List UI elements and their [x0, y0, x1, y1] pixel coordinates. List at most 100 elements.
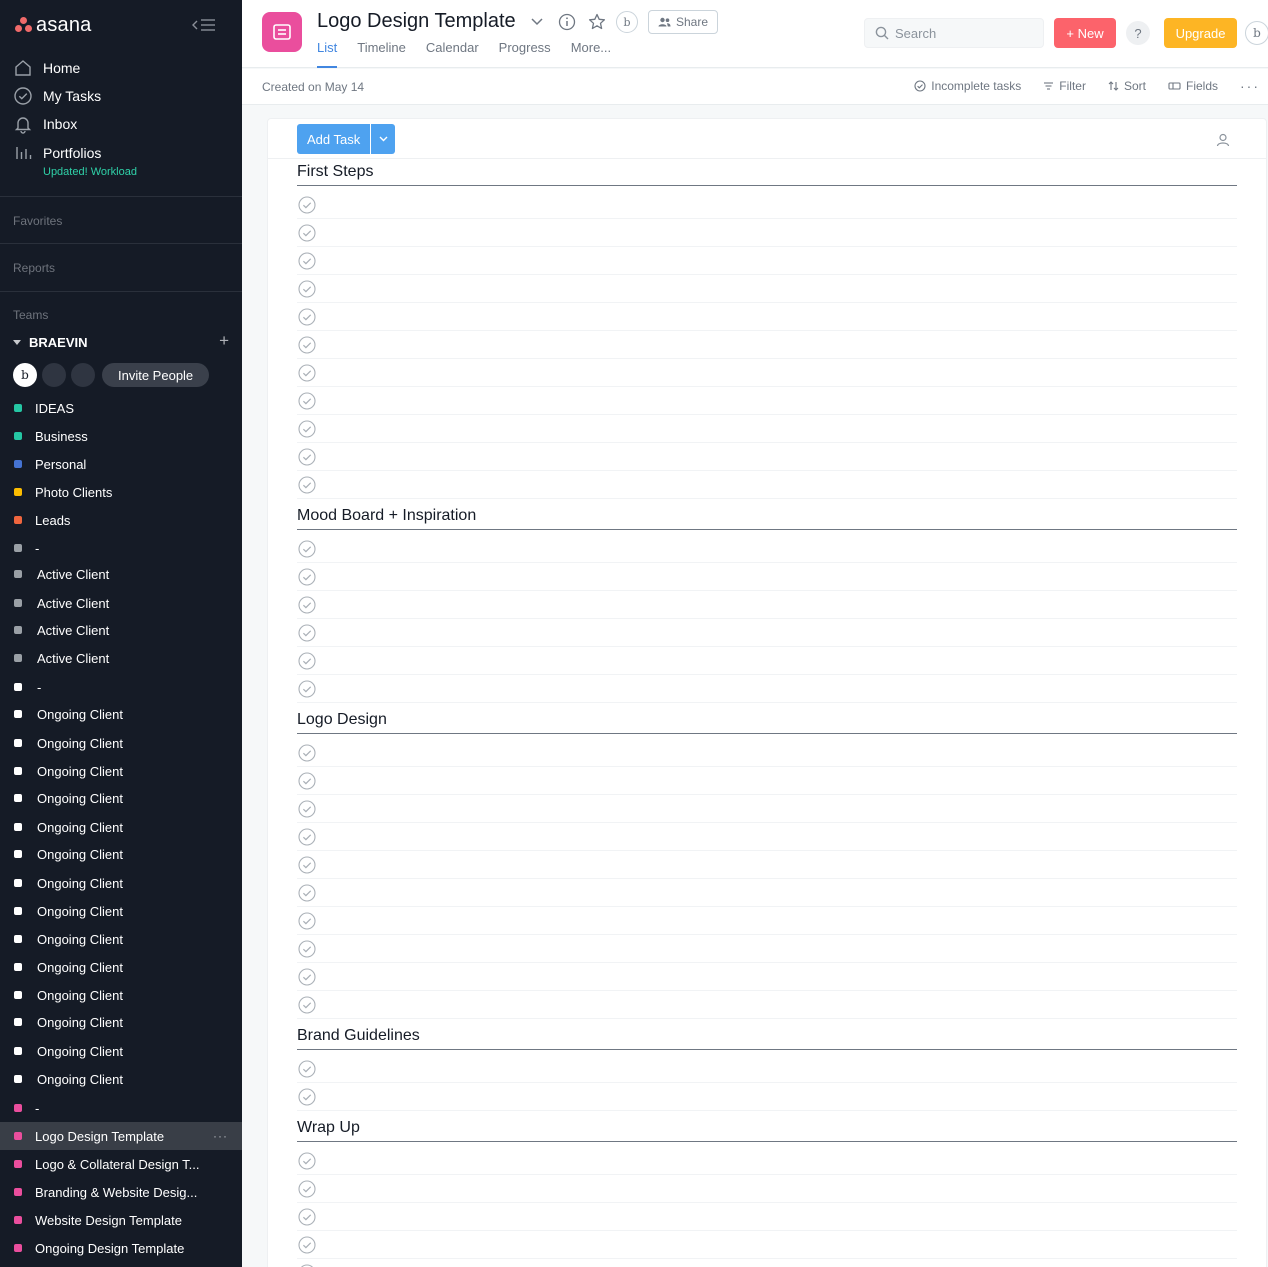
task-row[interactable]: [297, 563, 1237, 591]
sidebar-project[interactable]: Ongoing Client: [14, 761, 229, 781]
complete-task-icon[interactable]: [298, 224, 316, 242]
complete-task-icon[interactable]: [298, 568, 316, 586]
collapse-sidebar-icon[interactable]: [191, 16, 217, 34]
new-button[interactable]: + New: [1054, 18, 1116, 48]
task-row[interactable]: [297, 739, 1237, 767]
section-header[interactable]: Logo Design: [297, 711, 387, 729]
task-row[interactable]: [297, 443, 1237, 471]
sidebar-item-my-tasks[interactable]: My Tasks: [13, 85, 101, 107]
task-row[interactable]: [297, 1083, 1237, 1111]
task-row[interactable]: [297, 415, 1237, 443]
task-row[interactable]: [297, 767, 1237, 795]
caret-down-icon[interactable]: [13, 339, 21, 345]
avatar-placeholder[interactable]: [71, 363, 95, 387]
sidebar-project[interactable]: Active Client: [14, 620, 229, 640]
complete-task-icon[interactable]: [298, 392, 316, 410]
add-project-icon[interactable]: +: [219, 332, 229, 349]
filter-button[interactable]: Filter: [1043, 79, 1086, 93]
complete-task-icon[interactable]: [298, 280, 316, 298]
complete-task-icon[interactable]: [298, 772, 316, 790]
task-row[interactable]: [297, 795, 1237, 823]
sidebar-project[interactable]: Active Client: [14, 648, 229, 668]
tab-progress[interactable]: Progress: [499, 40, 551, 68]
complete-task-icon[interactable]: [298, 420, 316, 438]
sidebar-section-favorites[interactable]: Favorites: [13, 214, 62, 228]
complete-task-icon[interactable]: [298, 1060, 316, 1078]
sidebar-item-inbox[interactable]: Inbox: [13, 113, 77, 135]
tab-calendar[interactable]: Calendar: [426, 40, 479, 68]
star-icon[interactable]: [586, 11, 608, 33]
task-row[interactable]: [297, 1147, 1237, 1175]
section-header[interactable]: First Steps: [297, 163, 373, 181]
sidebar-item-home[interactable]: Home: [13, 57, 80, 79]
task-row[interactable]: [297, 963, 1237, 991]
task-row[interactable]: [297, 1259, 1237, 1267]
sidebar-project[interactable]: -: [14, 538, 229, 558]
complete-task-icon[interactable]: [298, 800, 316, 818]
task-row[interactable]: [297, 303, 1237, 331]
more-options-icon[interactable]: ···: [213, 1129, 228, 1143]
task-row[interactable]: [297, 647, 1237, 675]
section-header[interactable]: Wrap Up: [297, 1119, 360, 1137]
complete-task-icon[interactable]: [298, 540, 316, 558]
complete-task-icon[interactable]: [298, 940, 316, 958]
sidebar-project[interactable]: Ongoing Design Template: [14, 1238, 229, 1258]
sidebar-project[interactable]: -: [14, 677, 229, 697]
search-input[interactable]: Search: [864, 18, 1044, 48]
task-row[interactable]: [297, 1231, 1237, 1259]
complete-task-icon[interactable]: [298, 828, 316, 846]
sidebar-project[interactable]: Ongoing Client: [14, 704, 229, 724]
complete-task-icon[interactable]: [298, 1152, 316, 1170]
incomplete-tasks-filter[interactable]: Incomplete tasks: [914, 79, 1021, 93]
complete-task-icon[interactable]: [298, 744, 316, 762]
fields-button[interactable]: Fields: [1168, 79, 1218, 93]
sidebar-project[interactable]: Ongoing Client: [14, 957, 229, 977]
tab-timeline[interactable]: Timeline: [357, 40, 406, 68]
sidebar-project[interactable]: Ongoing Client: [14, 1012, 229, 1032]
complete-task-icon[interactable]: [298, 856, 316, 874]
task-row[interactable]: [297, 907, 1237, 935]
help-button[interactable]: ?: [1126, 21, 1150, 45]
sort-button[interactable]: Sort: [1108, 79, 1146, 93]
task-row[interactable]: [297, 991, 1237, 1019]
info-icon[interactable]: [556, 11, 578, 33]
task-row[interactable]: [297, 471, 1237, 499]
more-options-icon[interactable]: ···: [1240, 78, 1260, 94]
sidebar-project[interactable]: Ongoing Client: [14, 929, 229, 949]
sidebar-project[interactable]: Personal: [14, 454, 229, 474]
complete-task-icon[interactable]: [298, 1208, 316, 1226]
complete-task-icon[interactable]: [298, 912, 316, 930]
task-row[interactable]: [297, 1055, 1237, 1083]
task-row[interactable]: [297, 851, 1237, 879]
assignee-icon[interactable]: [1216, 133, 1230, 152]
section-header[interactable]: Mood Board + Inspiration: [297, 507, 476, 525]
sidebar-item-portfolios[interactable]: Portfolios: [13, 142, 101, 164]
avatar-placeholder[interactable]: [42, 363, 66, 387]
complete-task-icon[interactable]: [298, 596, 316, 614]
asana-logo[interactable]: asana: [15, 14, 92, 36]
complete-task-icon[interactable]: [298, 996, 316, 1014]
add-task-button[interactable]: Add Task: [297, 124, 371, 154]
complete-task-icon[interactable]: [298, 308, 316, 326]
chevron-down-icon[interactable]: [526, 11, 548, 33]
sidebar-project[interactable]: Ongoing Client: [14, 733, 229, 753]
complete-task-icon[interactable]: [298, 448, 316, 466]
complete-task-icon[interactable]: [298, 252, 316, 270]
sidebar-project[interactable]: Website Design Template: [14, 1210, 229, 1230]
task-row[interactable]: [297, 535, 1237, 563]
task-row[interactable]: [297, 619, 1237, 647]
sidebar-project-active[interactable]: Logo Design Template ···: [0, 1122, 242, 1150]
sidebar-section-reports[interactable]: Reports: [13, 261, 55, 275]
sidebar-project[interactable]: IDEAS: [14, 398, 229, 418]
sidebar-project[interactable]: Leads: [14, 510, 229, 530]
upgrade-button[interactable]: Upgrade: [1164, 18, 1237, 48]
sidebar-project[interactable]: Business: [14, 426, 229, 446]
complete-task-icon[interactable]: [298, 196, 316, 214]
sidebar-project[interactable]: Ongoing Client: [14, 901, 229, 921]
task-row[interactable]: [297, 275, 1237, 303]
share-button[interactable]: Share: [648, 10, 719, 34]
task-row[interactable]: [297, 935, 1237, 963]
sidebar-project[interactable]: Ongoing Client: [14, 985, 229, 1005]
task-row[interactable]: [297, 191, 1237, 219]
portfolios-update-note[interactable]: Updated! Workload: [43, 166, 137, 178]
